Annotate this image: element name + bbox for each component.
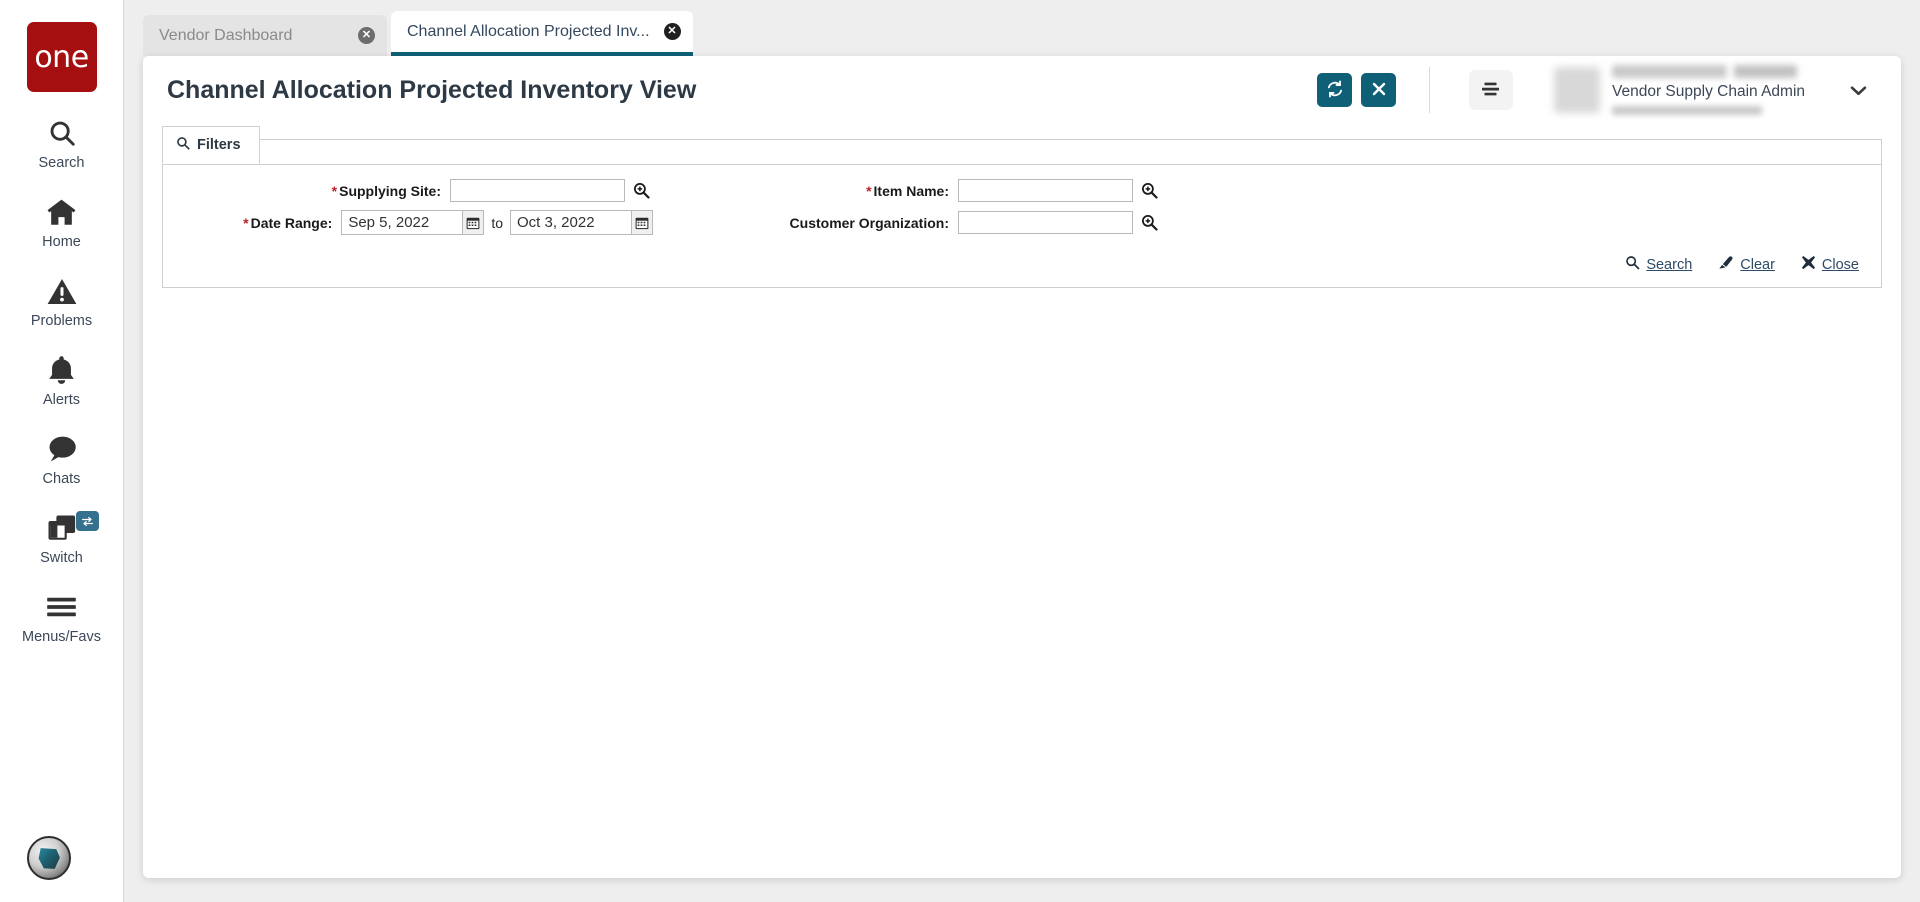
item-name-input[interactable] [958, 179, 1133, 202]
close-circle-icon[interactable]: ✕ [358, 27, 375, 44]
user-text: Vendor Supply Chain Admin [1612, 65, 1827, 115]
x-icon [1801, 255, 1816, 275]
filter-supplying-site: *Supplying Site: [163, 179, 653, 202]
brand-logo[interactable]: one [27, 22, 97, 92]
main-menu-button[interactable] [1469, 70, 1513, 110]
supplying-site-label: *Supplying Site: [332, 183, 450, 199]
avatar [1554, 67, 1600, 113]
close-filters-button[interactable]: Close [1801, 255, 1859, 275]
main-region: Vendor Dashboard ✕ Channel Allocation Pr… [124, 0, 1920, 902]
sidebar-item-label: Switch [40, 550, 83, 566]
user-name-redacted [1612, 65, 1797, 78]
user-org-redacted [1612, 106, 1762, 115]
date-range-separator: to [484, 215, 510, 231]
calendar-icon[interactable] [631, 210, 653, 235]
page-card: Channel Allocation Projected Inventory V… [143, 56, 1901, 878]
sidebar-item-home[interactable]: Home [0, 171, 124, 250]
magnifier-plus-icon[interactable] [629, 180, 653, 202]
sidebar: one Search Home [0, 0, 124, 902]
date-range-to-input[interactable] [510, 210, 631, 235]
sidebar-item-label: Problems [31, 313, 92, 329]
magnifier-plus-icon[interactable] [1137, 212, 1161, 234]
chevron-down-icon[interactable] [1837, 67, 1879, 113]
bell-icon [48, 353, 75, 387]
tab-filters[interactable]: Filters [162, 126, 260, 164]
tab-vendor-dashboard[interactable]: Vendor Dashboard ✕ [143, 15, 387, 56]
page-header: Channel Allocation Projected Inventory V… [143, 56, 1901, 125]
swap-arrows-icon[interactable] [76, 511, 99, 531]
tab-filters-label: Filters [197, 137, 241, 153]
search-icon [47, 116, 77, 150]
page-title: Channel Allocation Projected Inventory V… [167, 76, 696, 105]
search-button[interactable]: Search [1625, 255, 1692, 275]
filters-panel: Filters *Supplying Site: [162, 139, 1882, 288]
tab-label: Vendor Dashboard [159, 27, 306, 45]
refresh-icon [1326, 80, 1344, 101]
user-role: Vendor Supply Chain Admin [1612, 83, 1827, 101]
sidebar-item-label: Menus/Favs [22, 629, 101, 645]
filters-tabrow: Filters [163, 140, 1881, 165]
filter-actions: Search Clear [163, 243, 1881, 287]
sidebar-item-chats[interactable]: Chats [0, 408, 124, 487]
sidebar-item-search[interactable]: Search [0, 92, 124, 171]
sidebar-item-menus-favs[interactable]: Menus/Favs [0, 566, 124, 645]
filter-row-2: *Date Range: [163, 210, 1881, 235]
app-root: one Search Home [0, 0, 1920, 902]
user-profile[interactable]: Vendor Supply Chain Admin [1554, 65, 1879, 115]
warning-triangle-icon [47, 274, 77, 308]
tabstrip: Vendor Dashboard ✕ Channel Allocation Pr… [124, 0, 1920, 56]
tab-label: Channel Allocation Projected Inv... [407, 23, 664, 41]
clear-button[interactable]: Clear [1718, 255, 1775, 275]
sidebar-item-label: Search [39, 155, 85, 171]
customer-organization-input[interactable] [958, 211, 1133, 234]
header-divider [1429, 67, 1430, 113]
brand-logo-text: one [34, 40, 88, 75]
home-icon [46, 195, 77, 229]
page-body: Filters *Supplying Site: [143, 125, 1901, 878]
required-asterisk: * [332, 183, 339, 199]
required-asterisk: * [866, 183, 873, 199]
filter-date-range: *Date Range: [163, 210, 653, 235]
eraser-icon [1718, 255, 1734, 275]
ai-assistant-avatar-icon[interactable] [27, 836, 71, 880]
tab-channel-allocation-projected-inventory[interactable]: Channel Allocation Projected Inv... ✕ [391, 11, 693, 56]
date-range-label: *Date Range: [243, 215, 341, 231]
search-button-label: Search [1646, 257, 1692, 273]
header-actions: Vendor Supply Chain Admin [1317, 65, 1901, 115]
refresh-button[interactable] [1317, 73, 1352, 107]
item-name-label: *Item Name: [866, 183, 958, 199]
sidebar-item-label: Alerts [43, 392, 80, 408]
close-page-button[interactable] [1361, 73, 1396, 107]
sidebar-item-alerts[interactable]: Alerts [0, 329, 124, 408]
search-icon [1625, 255, 1640, 275]
close-filters-button-label: Close [1822, 257, 1859, 273]
calendar-icon[interactable] [462, 210, 484, 235]
windows-stack-icon [47, 511, 77, 545]
align-menu-icon [1481, 81, 1501, 100]
filter-row-1: *Supplying Site: [163, 179, 1881, 202]
required-asterisk: * [243, 215, 250, 231]
date-range-from-input[interactable] [341, 210, 462, 235]
supplying-site-input[interactable] [450, 179, 625, 202]
filter-item-name: *Item Name: [761, 179, 1161, 202]
filters-fields: *Supplying Site: [163, 165, 1881, 287]
close-x-icon [1371, 81, 1387, 100]
hamburger-icon [46, 590, 77, 624]
sidebar-item-label: Chats [43, 471, 81, 487]
ai-head-shape [36, 845, 62, 871]
sidebar-item-problems[interactable]: Problems [0, 250, 124, 329]
sidebar-item-switch[interactable]: Switch [0, 487, 124, 566]
filter-customer-organization: Customer Organization: [761, 211, 1161, 234]
magnifier-plus-icon[interactable] [1137, 180, 1161, 202]
clear-button-label: Clear [1740, 257, 1775, 273]
search-icon [176, 136, 190, 154]
chat-bubble-icon [47, 432, 77, 466]
customer-organization-label: Customer Organization: [790, 215, 958, 231]
sidebar-item-label: Home [42, 234, 81, 250]
close-circle-icon[interactable]: ✕ [664, 23, 681, 40]
